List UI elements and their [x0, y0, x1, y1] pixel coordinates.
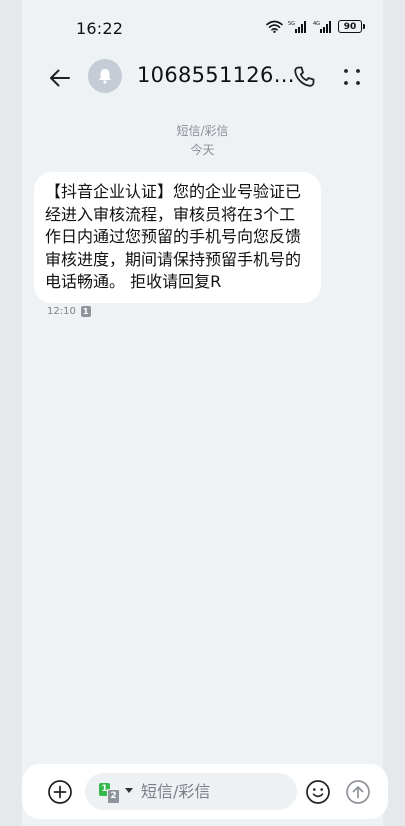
more-icon [344, 69, 360, 85]
svg-text:5G: 5G [288, 21, 295, 27]
add-icon [48, 780, 72, 804]
sim2-badge: 2 [107, 788, 120, 804]
date-label: 今天 [190, 143, 215, 157]
more-options-button[interactable] [338, 63, 366, 91]
wifi-icon [266, 20, 283, 33]
caret-down-icon [125, 787, 133, 793]
status-bar: 16:22 5G 4G 90 [0, 0, 405, 56]
signal-icon: 4G [313, 20, 333, 33]
compose-bar: 1 2 [22, 764, 388, 819]
messages-screen: 16:22 5G 4G 90 1068551126… 短信/彩信 今天 【抖音企… [0, 0, 405, 826]
call-button[interactable] [290, 63, 318, 91]
svg-text:4G: 4G [313, 21, 320, 27]
back-arrow-icon [50, 69, 70, 87]
sim-badge: 1 [80, 306, 91, 317]
emoji-button[interactable] [305, 779, 331, 805]
add-attachment-button[interactable] [47, 779, 73, 805]
status-icons: 5G 4G 90 [266, 20, 365, 33]
battery-icon: 90 [338, 20, 365, 33]
message-input[interactable] [141, 782, 281, 801]
message-bubble[interactable]: 【抖音企业认证】您的企业号验证已经进入审核流程，审核员将在3个工作日内通过您预留… [34, 172, 321, 303]
signal-icon: 5G [288, 20, 308, 33]
conversation-header: 1068551126… [0, 56, 405, 100]
message-input-field[interactable]: 1 2 [85, 773, 297, 810]
send-icon [346, 780, 370, 804]
emoji-icon [306, 780, 330, 804]
bell-icon [99, 69, 111, 84]
phone-icon [294, 66, 315, 87]
back-button[interactable] [46, 64, 74, 92]
contact-avatar[interactable] [88, 59, 122, 93]
message-time: 12:10 [47, 306, 76, 317]
sim-selector[interactable]: 1 2 [99, 779, 139, 805]
status-time: 16:22 [76, 19, 124, 38]
message-meta: 12:10 1 [47, 306, 91, 317]
send-button[interactable] [345, 779, 371, 805]
battery-level: 90 [338, 20, 362, 33]
message-type-label: 短信/彩信 [176, 124, 229, 138]
contact-number[interactable]: 1068551126… [137, 63, 295, 87]
